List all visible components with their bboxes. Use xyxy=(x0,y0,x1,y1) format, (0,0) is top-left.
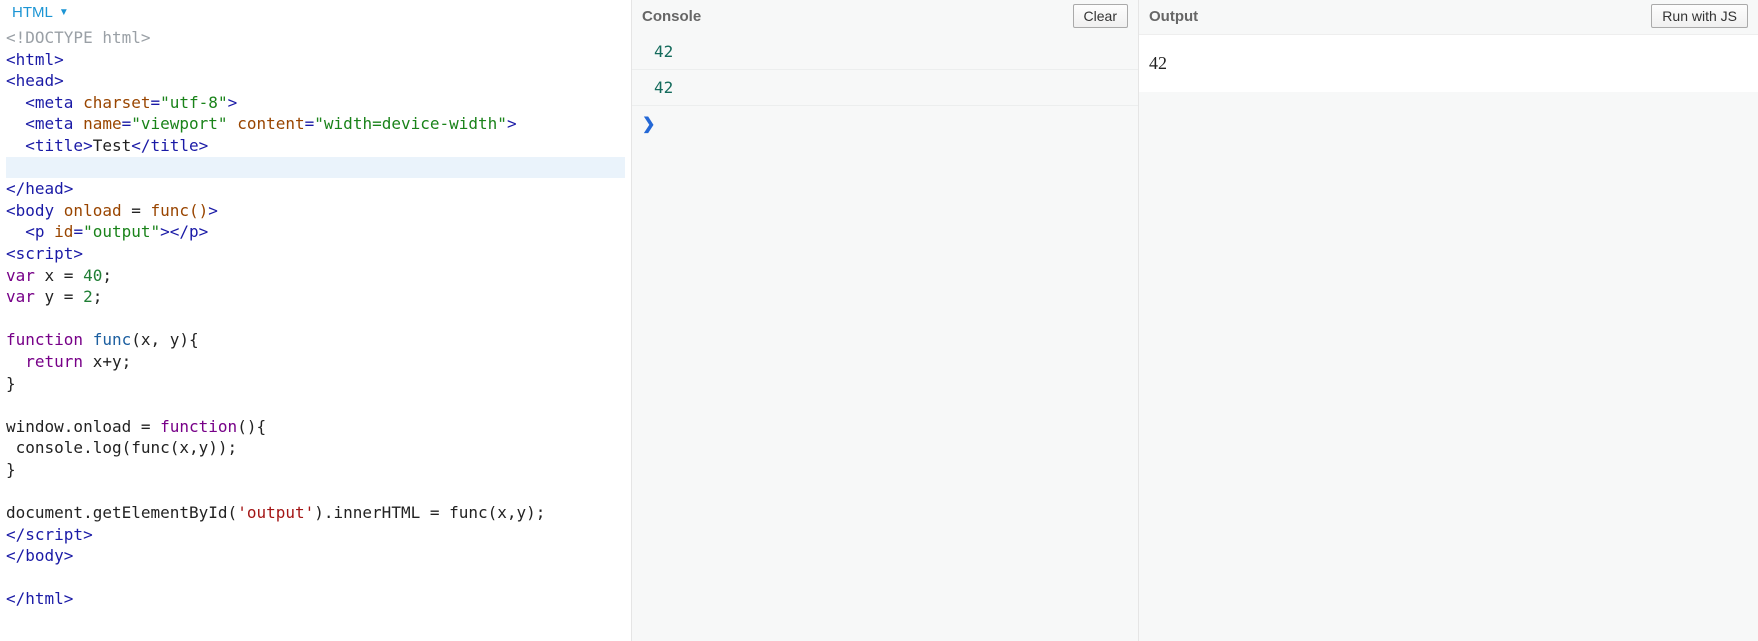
code-line: window.onload = function(){ xyxy=(6,416,625,438)
code-line xyxy=(6,567,625,589)
console-prompt[interactable]: ❯ xyxy=(632,106,1138,142)
code-line: return x+y; xyxy=(6,351,625,373)
code-line: function func(x, y){ xyxy=(6,329,625,351)
code-line: </script> xyxy=(6,524,625,546)
console-entry: 42 xyxy=(632,34,1138,70)
output-header: Output Run with JS xyxy=(1139,0,1758,34)
code-line: <p id="output"></p> xyxy=(6,221,625,243)
code-line: <body onload = func()> xyxy=(6,200,625,222)
output-panel: Output Run with JS 42 xyxy=(1139,0,1758,641)
code-line: <meta name="viewport" content="width=dev… xyxy=(6,113,625,135)
code-line: var y = 2; xyxy=(6,286,625,308)
code-line: <title>Test</title> xyxy=(6,135,625,157)
code-line: </body> xyxy=(6,545,625,567)
clear-button[interactable]: Clear xyxy=(1073,4,1128,28)
code-editor[interactable]: <!DOCTYPE html><html><head> <meta charse… xyxy=(0,25,631,616)
code-line xyxy=(6,308,625,330)
code-line: <script> xyxy=(6,243,625,265)
console-panel: Console Clear 4242 ❯ xyxy=(632,0,1139,641)
console-title: Console xyxy=(642,8,701,25)
code-line: <!DOCTYPE html> xyxy=(6,27,625,49)
console-body: 4242 xyxy=(632,34,1138,106)
console-header: Console Clear xyxy=(632,0,1138,34)
output-title: Output xyxy=(1149,8,1198,25)
code-line: <html> xyxy=(6,49,625,71)
html-tab-label: HTML xyxy=(12,4,53,21)
output-content: 42 xyxy=(1139,34,1758,92)
editor-header: HTML ▼ xyxy=(0,0,631,25)
console-entry: 42 xyxy=(632,70,1138,106)
code-line: </head> xyxy=(6,178,625,200)
code-line xyxy=(6,394,625,416)
code-line: <head> xyxy=(6,70,625,92)
code-line: } xyxy=(6,459,625,481)
editor-panel: HTML ▼ <!DOCTYPE html><html><head> <meta… xyxy=(0,0,632,641)
code-line: } xyxy=(6,373,625,395)
code-line: document.getElementById('output').innerH… xyxy=(6,502,625,524)
code-line: console.log(func(x,y)); xyxy=(6,437,625,459)
run-with-js-button[interactable]: Run with JS xyxy=(1651,4,1748,28)
code-line: </html> xyxy=(6,588,625,610)
code-line: <meta charset="utf-8"> xyxy=(6,92,625,114)
code-line: var x = 40; xyxy=(6,265,625,287)
code-line xyxy=(6,480,625,502)
code-line xyxy=(6,157,625,179)
caret-down-icon: ▼ xyxy=(59,7,69,18)
html-tab[interactable]: HTML ▼ xyxy=(12,4,69,21)
